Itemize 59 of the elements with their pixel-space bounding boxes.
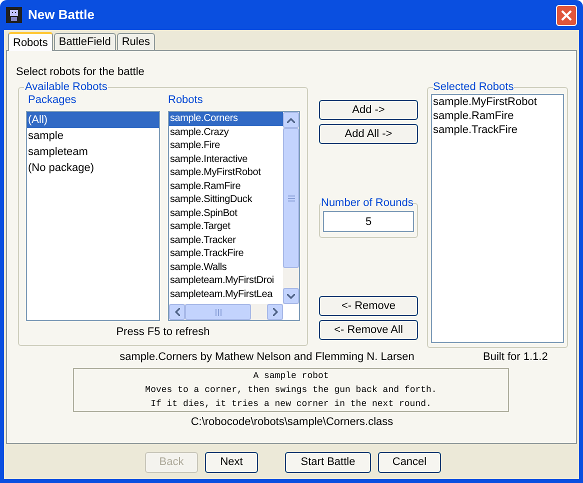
grip-icon xyxy=(288,194,294,202)
description-line: Moves to a corner, then swings the gun back and forth. xyxy=(145,384,437,397)
scroll-down-button[interactable] xyxy=(283,288,299,304)
instruction-text: Select robots for the battle xyxy=(16,66,146,79)
scroll-up-button[interactable] xyxy=(283,112,299,128)
button[interactable]: <- Remove xyxy=(319,296,418,316)
list-item[interactable]: sample.Tracker xyxy=(169,234,283,247)
description-line: A sample robot xyxy=(253,370,329,383)
list-item[interactable]: sample.Crazy xyxy=(169,126,283,139)
version-text: Built for 1.1.2 xyxy=(483,351,548,364)
tab[interactable]: BattleField xyxy=(54,33,116,50)
list-item[interactable]: (No package) xyxy=(27,160,159,176)
window-title: New Battle xyxy=(28,6,96,24)
description-line: If it dies, it tries a new corner in the next round. xyxy=(150,398,432,411)
button[interactable]: Start Battle xyxy=(285,452,371,473)
button[interactable]: Next xyxy=(205,452,258,473)
horizontal-scrollbar[interactable] xyxy=(169,304,283,320)
rounds-field[interactable]: 5 xyxy=(323,211,414,232)
list-item[interactable]: sample.Corners xyxy=(169,112,283,126)
list-item[interactable]: sample.MyFirstRobot xyxy=(432,95,563,109)
list-item[interactable]: sample.RamFire xyxy=(169,180,283,193)
button[interactable]: Add -> xyxy=(319,100,418,120)
grip-icon xyxy=(214,308,222,316)
scroll-right-button[interactable] xyxy=(267,304,283,320)
list-item[interactable]: sample.Walls xyxy=(169,260,283,274)
list-item[interactable]: sample.Interactive xyxy=(169,152,283,166)
list-item[interactable]: sampleteam.MyFirstDroi xyxy=(169,274,283,288)
button[interactable]: <- Remove All xyxy=(319,320,418,340)
file-path-text: C:\robocode\robots\sample\Corners.class xyxy=(190,416,394,429)
list-item[interactable]: sample.TrackFire xyxy=(169,247,283,260)
list-item[interactable]: sample.SpinBot xyxy=(169,206,283,220)
button[interactable]: Add All -> xyxy=(319,124,418,144)
list-item[interactable]: sample.Fire xyxy=(169,139,283,152)
robot-app-icon xyxy=(6,7,22,23)
group-label: Available Robots xyxy=(24,81,108,93)
column-label: Packages xyxy=(27,94,78,108)
tab[interactable]: Rules xyxy=(116,33,155,50)
list-item[interactable]: sampleteam.MyFirstLea xyxy=(169,288,283,301)
refresh-hint: Press F5 to refresh xyxy=(115,326,211,339)
column-label: Robots xyxy=(168,94,204,108)
list-item[interactable]: sample xyxy=(27,128,159,144)
group-label: Selected Robots xyxy=(433,81,514,93)
group-label: Number of Rounds xyxy=(321,197,414,209)
author-text: sample.Corners by Mathew Nelson and Flemming N. Larsen xyxy=(118,351,416,364)
close-icon xyxy=(561,10,572,20)
list-item[interactable]: (All) xyxy=(27,112,159,128)
scroll-thumb[interactable] xyxy=(185,304,251,320)
scroll-thumb[interactable] xyxy=(283,128,299,268)
list-item[interactable]: sample.MyFirstRobot xyxy=(169,166,283,180)
list-item[interactable]: sample.TrackFire xyxy=(432,123,563,137)
button[interactable]: Cancel xyxy=(378,452,441,473)
vertical-scrollbar[interactable] xyxy=(283,112,299,304)
scroll-left-button[interactable] xyxy=(169,304,185,320)
list-item[interactable]: sample.Target xyxy=(169,220,283,234)
list-item[interactable]: sample.SittingDuck xyxy=(169,193,283,206)
tab[interactable]: Robots xyxy=(8,32,53,51)
list-item[interactable]: sample.RamFire xyxy=(432,109,563,123)
close-button[interactable] xyxy=(556,4,577,26)
list-item[interactable]: sampleteam xyxy=(27,144,159,160)
